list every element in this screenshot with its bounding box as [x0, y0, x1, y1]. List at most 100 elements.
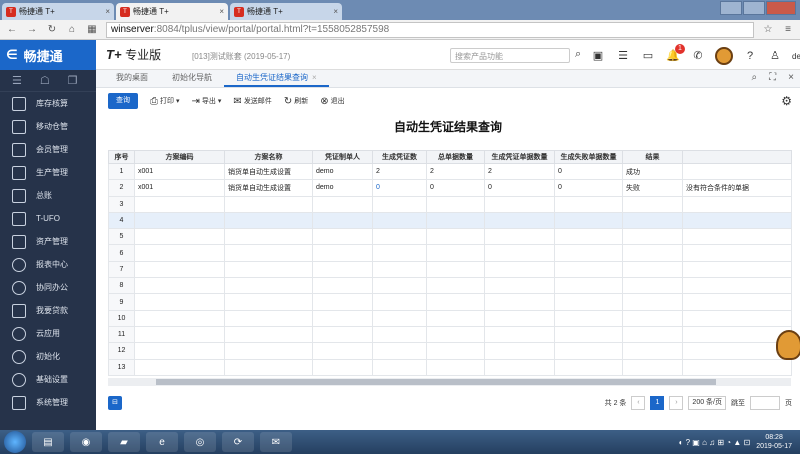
table-cell[interactable] — [372, 228, 427, 246]
table-cell[interactable] — [622, 228, 683, 246]
table-cell[interactable] — [372, 211, 427, 230]
minimize-button[interactable] — [720, 1, 742, 15]
table-cell[interactable] — [134, 342, 225, 360]
taskbar-chrome-icon[interactable]: ◎ — [184, 432, 216, 452]
menu-icon[interactable]: ☰ — [12, 74, 22, 87]
sidebar-item[interactable]: 会员管理 — [0, 138, 96, 161]
table-cell[interactable] — [134, 228, 225, 246]
table-cell[interactable] — [622, 358, 683, 376]
table-cell[interactable] — [484, 244, 555, 262]
tab-my-desktop[interactable]: 我的桌面 — [104, 72, 160, 87]
table-cell[interactable] — [134, 277, 225, 295]
taskbar-media-icon[interactable]: ◉ — [70, 432, 102, 452]
table-cell[interactable]: demo — [312, 162, 373, 181]
table-cell[interactable] — [682, 277, 792, 295]
column-header[interactable]: 生成凭证单据数量 — [484, 150, 555, 164]
sidebar-item[interactable]: 云应用 — [0, 322, 96, 345]
recent-icon[interactable]: ❐ — [68, 74, 78, 87]
horizontal-scrollbar[interactable] — [108, 378, 791, 386]
table-cell[interactable] — [484, 277, 555, 295]
table-cell[interactable] — [484, 195, 555, 213]
user-icon[interactable]: ♙ — [767, 48, 783, 64]
table-cell[interactable] — [224, 309, 313, 327]
table-cell[interactable] — [134, 195, 225, 213]
table-row[interactable]: 2 x001 销货单自动生成设置 demo 0 0 0 0 失败 没有符合条件的单据 — [108, 179, 792, 197]
table-cell[interactable] — [622, 309, 683, 327]
prev-page-button[interactable]: ‹ — [631, 396, 646, 410]
next-page-button[interactable]: › — [669, 396, 684, 410]
table-cell[interactable] — [426, 309, 485, 327]
table-cell[interactable] — [372, 309, 427, 327]
table-cell[interactable] — [224, 293, 313, 311]
table-row[interactable]: 7 — [108, 260, 792, 279]
send-mail-button[interactable]: ✉ 发送邮件 — [233, 96, 271, 107]
table-cell[interactable] — [484, 325, 555, 344]
taskbar-wechat-icon[interactable]: ✉ — [260, 432, 292, 452]
table-cell[interactable] — [554, 309, 623, 327]
column-header[interactable]: 方案编码 — [134, 150, 225, 164]
table-cell[interactable] — [134, 244, 225, 262]
table-cell[interactable] — [134, 211, 225, 230]
close-tab-icon[interactable]: × — [333, 7, 338, 16]
table-cell[interactable] — [224, 228, 313, 246]
table-cell[interactable] — [372, 195, 427, 213]
sidebar-item[interactable]: 库存核算 — [0, 92, 96, 115]
table-cell[interactable] — [134, 293, 225, 311]
close-tab-icon[interactable]: × — [219, 7, 224, 16]
table-cell[interactable] — [372, 260, 427, 279]
close-window-button[interactable] — [766, 1, 796, 15]
table-cell[interactable] — [682, 260, 792, 279]
back-arrow-icon[interactable]: ← — [6, 24, 18, 35]
table-cell[interactable] — [312, 244, 373, 262]
table-cell[interactable] — [312, 358, 373, 376]
page-size-select[interactable]: 200 条/页 — [688, 396, 726, 410]
table-cell[interactable] — [312, 195, 373, 213]
table-cell[interactable] — [554, 211, 623, 230]
table-row[interactable]: 4 — [108, 211, 792, 230]
table-cell[interactable] — [622, 244, 683, 262]
refresh-button[interactable]: ↻ 刷新 — [284, 96, 308, 107]
assistant-monkey-icon[interactable] — [715, 47, 733, 65]
table-cell[interactable] — [554, 228, 623, 246]
taskbar-explorer-icon[interactable]: ▤ — [32, 432, 64, 452]
sidebar-item[interactable]: 初始化 — [0, 345, 96, 368]
table-cell[interactable] — [312, 260, 373, 279]
table-cell[interactable] — [426, 293, 485, 311]
row-number-cell[interactable]: 1 — [108, 162, 135, 181]
table-cell[interactable]: 2 — [372, 162, 427, 181]
table-cell[interactable] — [622, 325, 683, 344]
table-cell[interactable] — [312, 228, 373, 246]
table-cell[interactable] — [372, 293, 427, 311]
sidebar-item[interactable]: 报表中心 — [0, 253, 96, 276]
table-row[interactable]: 8 — [108, 277, 792, 295]
table-cell[interactable] — [554, 325, 623, 344]
table-cell[interactable]: demo — [312, 179, 373, 197]
table-row[interactable]: 11 — [108, 325, 792, 344]
table-cell[interactable] — [224, 244, 313, 262]
table-cell[interactable] — [622, 277, 683, 295]
table-cell[interactable] — [224, 342, 313, 360]
table-cell[interactable] — [682, 325, 792, 344]
table-cell[interactable] — [134, 358, 225, 376]
column-header[interactable]: 总单据数量 — [426, 150, 485, 164]
close-tab-icon[interactable]: × — [105, 7, 110, 16]
export-button[interactable]: ⇥ 导出 ▾ — [192, 96, 222, 107]
table-cell[interactable] — [312, 325, 373, 344]
phone-icon[interactable]: ✆ — [690, 48, 706, 64]
star-icon[interactable]: ☆ — [762, 24, 774, 35]
maximize-button[interactable] — [743, 1, 765, 15]
apps-icon[interactable]: ▦ — [86, 24, 98, 35]
table-cell[interactable] — [426, 244, 485, 262]
table-row[interactable]: 3 — [108, 195, 792, 213]
save-icon[interactable]: ▣ — [590, 48, 606, 64]
table-cell[interactable] — [682, 358, 792, 376]
browser-tab[interactable]: T 畅捷通 T+ × — [230, 3, 342, 20]
table-cell[interactable] — [484, 358, 555, 376]
account-info[interactable]: [013]测试账套 (2019-05-17) — [192, 51, 290, 62]
forward-arrow-icon[interactable]: → — [26, 24, 38, 35]
table-cell[interactable] — [682, 244, 792, 262]
list-icon[interactable]: ☰ — [615, 48, 631, 64]
sidebar-item[interactable]: 基础设置 — [0, 368, 96, 391]
table-row[interactable]: 13 — [108, 358, 792, 376]
row-number-cell[interactable]: 3 — [108, 195, 135, 213]
